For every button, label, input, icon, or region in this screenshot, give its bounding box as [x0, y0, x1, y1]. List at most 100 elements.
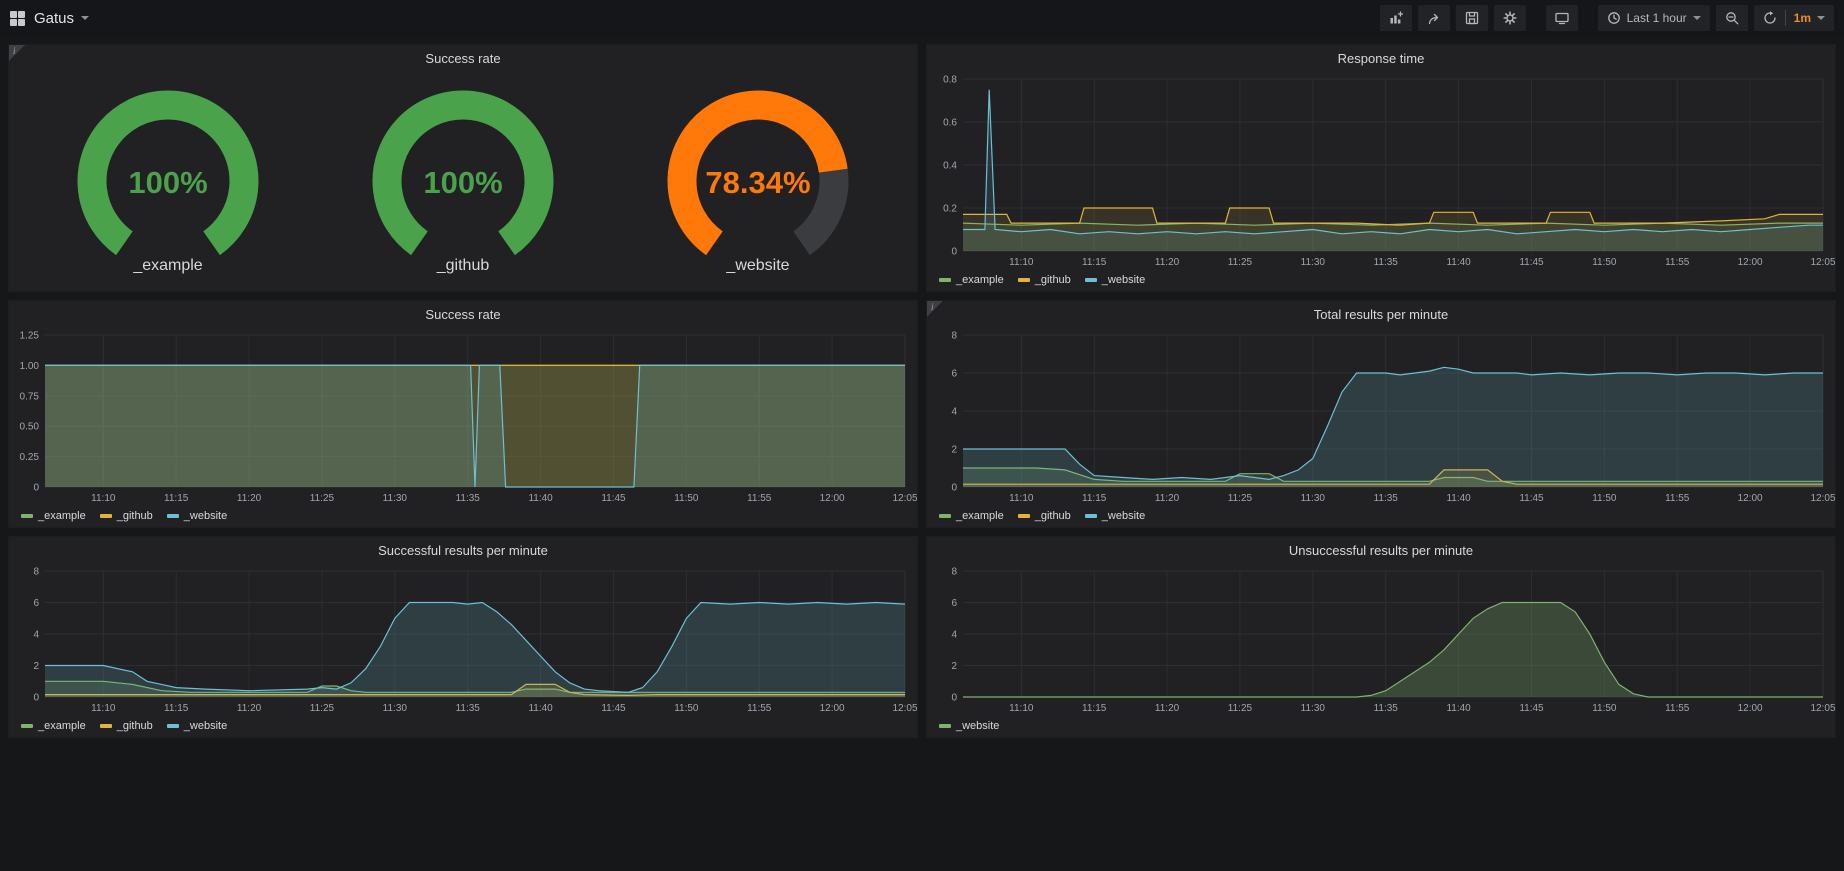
chart-success-rate[interactable]: 00.250.500.751.001.2511:1011:1511:2011:2…: [9, 327, 917, 505]
panel-info-icon[interactable]: i: [927, 301, 943, 317]
x-tick-label: 11:15: [164, 493, 189, 504]
legend-item-_github[interactable]: _github: [1018, 510, 1071, 522]
tv-mode-button[interactable]: [1546, 5, 1578, 31]
grafana-dashboard: Gatus: [0, 0, 1844, 871]
x-tick-label: 11:35: [1374, 703, 1399, 714]
y-tick-label: 0.25: [20, 452, 40, 463]
legend-label: _example: [956, 510, 1004, 522]
refresh-button[interactable]: 1m: [1754, 5, 1834, 31]
x-tick-label: 11:20: [1155, 493, 1180, 504]
add-panel-icon: [1389, 11, 1403, 25]
legend-item-_website[interactable]: _website: [167, 720, 227, 732]
panel-header[interactable]: Success rate: [9, 45, 917, 71]
panel-title: Response time: [1338, 51, 1425, 66]
panel-unsuccessful-results: Unsuccessful results per minute 0246811:…: [926, 536, 1836, 738]
x-tick-label: 11:15: [164, 703, 189, 714]
panel-header[interactable]: Success rate: [9, 301, 917, 327]
navbar-left: Gatus: [10, 10, 89, 27]
chart-unsuccessful-results[interactable]: 0246811:1011:1511:2011:2511:3011:3511:40…: [927, 563, 1835, 715]
gauge-label: _example: [133, 257, 202, 275]
gauge-svg: 100%: [327, 87, 599, 265]
gauge-svg: 100%: [32, 87, 304, 265]
x-tick-label: 11:45: [1519, 703, 1544, 714]
legend-item-_github[interactable]: _github: [100, 510, 153, 522]
x-tick-label: 12:00: [820, 493, 845, 504]
legend: _example _github _website: [9, 715, 917, 737]
time-range-picker[interactable]: Last 1 hour: [1598, 5, 1710, 31]
legend-label: _github: [1035, 274, 1071, 286]
legend-label: _github: [1035, 510, 1071, 522]
legend-item-_website[interactable]: _website: [939, 720, 999, 732]
clock-icon: [1607, 11, 1621, 25]
panel-success-rate-gauges: i Success rate 100%_example100%_github78…: [8, 44, 918, 292]
series-fill-_website: [45, 603, 905, 698]
panel-info-icon[interactable]: i: [9, 45, 25, 61]
apps-grid-icon[interactable]: [10, 11, 25, 26]
settings-button[interactable]: [1494, 5, 1526, 31]
y-tick-label: 0: [951, 247, 957, 258]
x-tick-label: 11:10: [1009, 257, 1034, 268]
save-button[interactable]: [1456, 5, 1488, 31]
panel-header[interactable]: Response time: [927, 45, 1835, 71]
legend-marker: [939, 724, 951, 728]
gauge-group: 100%_example100%_github78.34%_website: [9, 71, 917, 291]
legend: _example _github _website: [927, 269, 1835, 291]
y-tick-label: 0.4: [943, 161, 957, 172]
legend-item-_website[interactable]: _website: [1085, 274, 1145, 286]
x-tick-label: 11:15: [1082, 703, 1107, 714]
save-icon: [1465, 11, 1479, 25]
legend-item-_github[interactable]: _github: [100, 720, 153, 732]
y-tick-label: 8: [33, 567, 39, 578]
tv-mode-icon: [1555, 11, 1569, 25]
y-tick-label: 0.8: [943, 75, 957, 86]
x-tick-label: 12:05: [1810, 257, 1835, 268]
x-tick-label: 11:15: [1082, 257, 1107, 268]
y-tick-label: 2: [951, 445, 957, 456]
chart-total-results[interactable]: 0246811:1011:1511:2011:2511:3011:3511:40…: [927, 327, 1835, 505]
x-tick-label: 11:30: [1301, 703, 1326, 714]
y-tick-label: 6: [951, 598, 957, 609]
chart-svg: 0246811:1011:1511:2011:2511:3011:3511:40…: [927, 563, 1835, 715]
legend-item-_github[interactable]: _github: [1018, 274, 1071, 286]
panel-title: Unsuccessful results per minute: [1289, 543, 1473, 558]
legend-item-_example[interactable]: _example: [939, 510, 1004, 522]
panel-header[interactable]: Successful results per minute: [9, 537, 917, 563]
chart-response-time[interactable]: 00.20.40.60.811:1011:1511:2011:2511:3011…: [927, 71, 1835, 269]
y-tick-label: 6: [951, 369, 957, 380]
legend-marker: [167, 724, 179, 728]
x-tick-label: 12:00: [820, 703, 845, 714]
zoom-out-button[interactable]: [1716, 5, 1748, 31]
add-panel-button[interactable]: [1380, 5, 1412, 31]
x-tick-label: 12:00: [1738, 257, 1763, 268]
panel-header[interactable]: Unsuccessful results per minute: [927, 537, 1835, 563]
y-tick-label: 0.6: [943, 118, 957, 129]
settings-gear-icon: [1503, 11, 1517, 25]
legend-item-_website[interactable]: _website: [167, 510, 227, 522]
x-tick-label: 11:45: [601, 493, 626, 504]
legend: _example _github _website: [9, 505, 917, 527]
refresh-interval-label[interactable]: 1m: [1794, 11, 1811, 25]
share-button[interactable]: [1418, 5, 1450, 31]
x-tick-label: 12:00: [1738, 493, 1763, 504]
chart-successful-results[interactable]: 0246811:1011:1511:2011:2511:3011:3511:40…: [9, 563, 917, 715]
panel-success-rate-timeseries: Success rate 00.250.500.751.001.2511:101…: [8, 300, 918, 528]
y-tick-label: 4: [951, 630, 957, 641]
x-tick-label: 11:40: [1446, 703, 1471, 714]
y-tick-label: 0.75: [20, 391, 40, 402]
panel-header[interactable]: Total results per minute: [927, 301, 1835, 327]
legend-item-_example[interactable]: _example: [21, 720, 86, 732]
legend-label: _website: [184, 510, 227, 522]
share-icon: [1427, 11, 1441, 25]
legend-item-_website[interactable]: _website: [1085, 510, 1145, 522]
legend-item-_example[interactable]: _example: [21, 510, 86, 522]
legend: _website: [927, 715, 1835, 737]
x-tick-label: 11:50: [674, 703, 699, 714]
x-tick-label: 11:10: [91, 493, 116, 504]
dashboard-title-button[interactable]: Gatus: [34, 10, 89, 27]
dashboard-title: Gatus: [34, 10, 74, 27]
x-tick-label: 11:35: [456, 493, 481, 504]
legend-item-_example[interactable]: _example: [939, 274, 1004, 286]
chart-svg: 00.250.500.751.001.2511:1011:1511:2011:2…: [9, 327, 917, 505]
dashboard-grid: i Success rate 100%_example100%_github78…: [0, 36, 1844, 746]
x-tick-label: 11:25: [310, 493, 335, 504]
